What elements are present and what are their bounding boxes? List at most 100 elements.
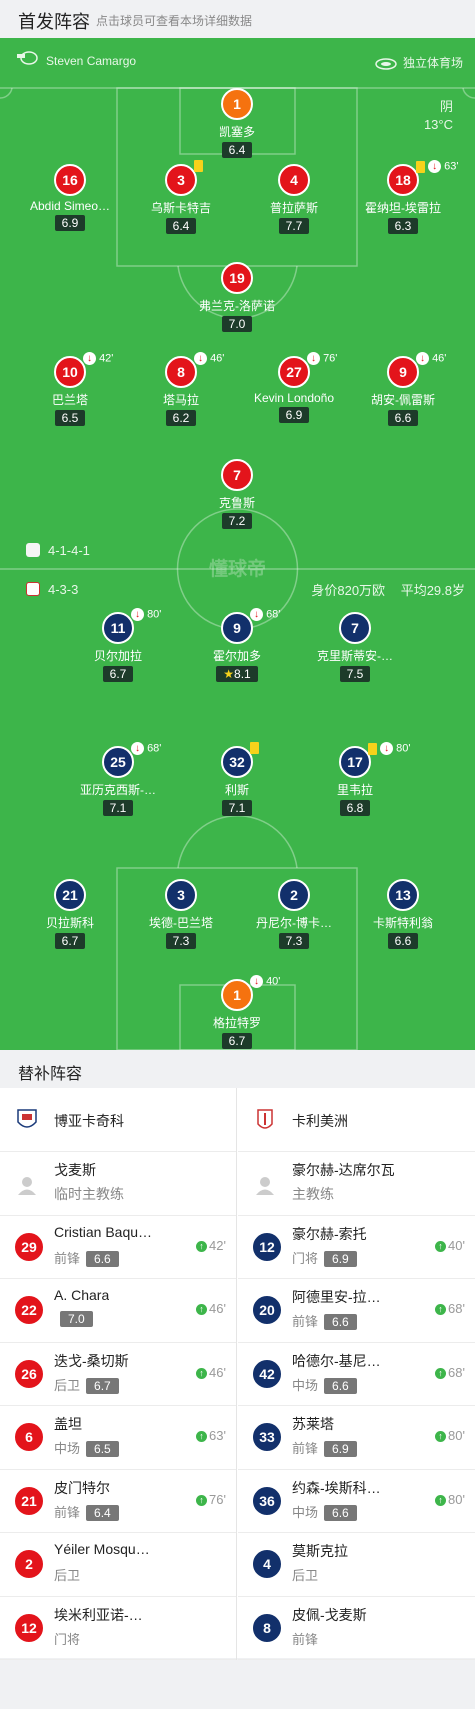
- home-player[interactable]: 9 胡安-佩雷斯 6.6 ↓ 46': [348, 352, 458, 427]
- sub-off-minute: 80': [147, 608, 162, 621]
- home-player[interactable]: 10 巴兰塔 6.5 ↓ 42': [15, 352, 125, 427]
- sub-name: 盖坦: [54, 1416, 82, 1432]
- sub-info: 中场 6.6: [292, 1375, 357, 1394]
- home-coach-name: 戈麦斯: [54, 1162, 96, 1178]
- subs-panel: 博亚卡奇科 戈麦斯 临时主教练 29 Cristian Baqu… 前锋 6.6 ↑ 42…: [0, 1088, 475, 1660]
- sub-on-icon: ↑: [435, 1431, 447, 1443]
- away-player[interactable]: 7 克里斯蒂安-… 7.5: [300, 612, 410, 683]
- away-sub-row[interactable]: 42 哈德尔-基尼… 中场 6.6 ↑ 68': [238, 1343, 475, 1406]
- away-player[interactable]: 25 亚历克西斯-… 7.1 ↓ 68': [63, 742, 173, 817]
- home-sub-row[interactable]: 22 A. Chara 7.0 ↑ 46': [0, 1279, 236, 1343]
- player-number: 8: [165, 356, 197, 388]
- home-coach-role: 临时主教练: [54, 1186, 124, 1202]
- home-player[interactable]: 3 乌斯卡特吉 6.4: [126, 160, 236, 235]
- player-rating-value: 6.7: [61, 934, 79, 948]
- away-player[interactable]: 3 埃德-巴兰塔 7.3: [126, 879, 236, 950]
- player-rating: 6.4: [165, 218, 197, 234]
- player-number: 16: [54, 164, 86, 196]
- sub-rating: 6.4: [86, 1504, 119, 1521]
- home-player[interactable]: 8 塔马拉 6.2 ↓ 46': [126, 352, 236, 427]
- home-sub-row[interactable]: 21 皮门特尔 前锋 6.4 ↑ 76': [0, 1470, 236, 1533]
- venue: 独立体育场: [375, 54, 463, 71]
- sub-number: 8: [252, 1612, 282, 1643]
- away-sub-row[interactable]: 36 约森-埃斯科… 中场 6.6 ↑ 80': [238, 1470, 475, 1533]
- home-player[interactable]: 18 霍纳坦-埃雷拉 6.3 ↓ 63': [348, 160, 458, 235]
- sub-off-icon: ↓: [131, 608, 144, 621]
- sub-position: 后卫: [292, 1568, 319, 1583]
- player-rating: 6.6: [387, 410, 419, 426]
- sub-number: 29: [14, 1231, 44, 1262]
- away-coach-row[interactable]: 豪尔赫-达席尔瓦 主教练: [238, 1152, 475, 1216]
- sub-info: 中场 6.6: [292, 1502, 357, 1521]
- home-player[interactable]: 19 弗兰克-洛萨诺 7.0: [182, 262, 292, 333]
- player-name: 贝尔加拉: [93, 649, 142, 663]
- player-rating-value: 6.5: [61, 411, 79, 425]
- away-crest-icon: [26, 582, 40, 596]
- home-player[interactable]: 16 Abdid Simeo… 6.9: [15, 164, 125, 232]
- subs-title: 替补阵容: [18, 1066, 83, 1083]
- away-sub-row[interactable]: 20 阿德里安-拉… 前锋 6.6 ↑ 68': [238, 1279, 475, 1343]
- away-player[interactable]: 13 卡斯特利翁 6.6: [348, 879, 458, 950]
- sub-info: 7.0: [54, 1311, 93, 1327]
- player-rating: 6.2: [165, 410, 197, 426]
- home-player[interactable]: 1 凯塞多 6.4: [182, 88, 292, 159]
- coach-avatar-icon: [254, 1174, 276, 1196]
- sub-off-minute: 76': [323, 352, 338, 365]
- sub-name: 皮门特尔: [54, 1479, 110, 1496]
- sub-number: 26: [14, 1358, 44, 1389]
- away-player[interactable]: 17 里韦拉 6.8 ↓ 80': [300, 742, 410, 817]
- home-player[interactable]: 4 普拉萨斯 7.7: [239, 164, 349, 235]
- away-player[interactable]: 1 格拉特罗 6.7 ↓ 40': [182, 975, 292, 1050]
- home-player[interactable]: 7 克鲁斯 7.2: [182, 459, 292, 530]
- home-sub-row[interactable]: 26 迭戈-桑切斯 后卫 6.7 ↑ 46': [0, 1343, 236, 1406]
- away-player[interactable]: 21 贝拉斯科 6.7: [15, 879, 125, 950]
- player-rating: 6.9: [278, 407, 310, 423]
- home-sub-row[interactable]: 2 Yéiler Mosqu… 后卫: [0, 1533, 236, 1597]
- sub-info: 后卫: [54, 1565, 80, 1584]
- sub-on-time: ↑ 80': [435, 1492, 465, 1507]
- sub-name: 埃米利亚诺-…: [54, 1606, 143, 1623]
- home-sub-row[interactable]: 12 埃米利亚诺-… 门将: [0, 1597, 236, 1660]
- away-sub-row[interactable]: 12 豪尔赫-索托 门将 6.9 ↑ 40': [238, 1216, 475, 1279]
- away-player[interactable]: 11 贝尔加拉 6.7 ↓ 80': [63, 608, 173, 683]
- sub-off-icon: ↓: [307, 352, 320, 365]
- home-coach-row[interactable]: 戈麦斯 临时主教练: [0, 1152, 236, 1216]
- away-market-value: 身价820万欧: [311, 583, 386, 598]
- away-player[interactable]: 2 丹尼尔-博卡… 7.3: [239, 879, 349, 950]
- away-team-row[interactable]: 卡利美洲: [238, 1088, 475, 1152]
- home-sub-row[interactable]: 6 盖坦 中场 6.5 ↑ 63': [0, 1406, 236, 1470]
- away-player[interactable]: 32 利斯 7.1: [182, 742, 292, 817]
- sub-on-time: ↑ 46': [196, 1365, 226, 1380]
- home-player[interactable]: 27 Kevin Londoño 6.9 ↓ 76': [239, 352, 349, 424]
- sub-off-icon: ↓: [194, 352, 207, 365]
- sub-number: 20: [252, 1295, 282, 1325]
- yellow-card-icon: [250, 742, 259, 755]
- sub-name: 阿德里安-拉…: [292, 1289, 381, 1305]
- player-rating-value: 6.9: [285, 408, 303, 422]
- sub-position: 前锋: [54, 1504, 81, 1520]
- player-name: 克里斯蒂安-…: [317, 649, 393, 663]
- player-rating-value: 6.3: [394, 219, 412, 233]
- player-events: [194, 160, 203, 173]
- away-sub-row[interactable]: 4 莫斯克拉 后卫: [238, 1533, 475, 1597]
- home-subs-list: 29 Cristian Baqu… 前锋 6.6 ↑ 42' 22 A. Chara 7.0 ↑ 4…: [0, 1216, 236, 1660]
- away-subs-column: 卡利美洲 豪尔赫-达席尔瓦 主教练 12 豪尔赫-索托 门将 6.9 ↑ 40' 20 阿德里…: [238, 1088, 475, 1660]
- sub-on-minute: 80': [448, 1491, 465, 1507]
- home-team-row[interactable]: 博亚卡奇科: [0, 1088, 236, 1152]
- home-subs-column: 博亚卡奇科 戈麦斯 临时主教练 29 Cristian Baqu… 前锋 6.6 ↑ 42…: [0, 1088, 237, 1660]
- player-events: ↓ 76': [307, 352, 337, 365]
- sub-off-icon: ↓: [416, 352, 429, 365]
- away-sub-row[interactable]: 8 皮佩-戈麦斯 前锋: [238, 1597, 475, 1660]
- away-sub-row[interactable]: 33 苏莱塔 前锋 6.9 ↑ 80': [238, 1406, 475, 1470]
- sub-name: Cristian Baqu…: [54, 1223, 153, 1240]
- player-rating-value: 7.5: [346, 667, 364, 681]
- player-rating-value: 6.6: [394, 934, 412, 948]
- sub-on-icon: ↑: [196, 1367, 208, 1379]
- home-sub-row[interactable]: 29 Cristian Baqu… 前锋 6.6 ↑ 42': [0, 1216, 236, 1279]
- sub-number: 2: [14, 1549, 44, 1579]
- away-player[interactable]: 9 霍尔加多 ★8.1 ↓ 68': [182, 608, 292, 683]
- sub-number: 42: [252, 1358, 282, 1389]
- player-rating-value: 6.2: [172, 411, 190, 425]
- player-rating: 7.3: [278, 933, 310, 949]
- player-number: 27: [278, 356, 310, 388]
